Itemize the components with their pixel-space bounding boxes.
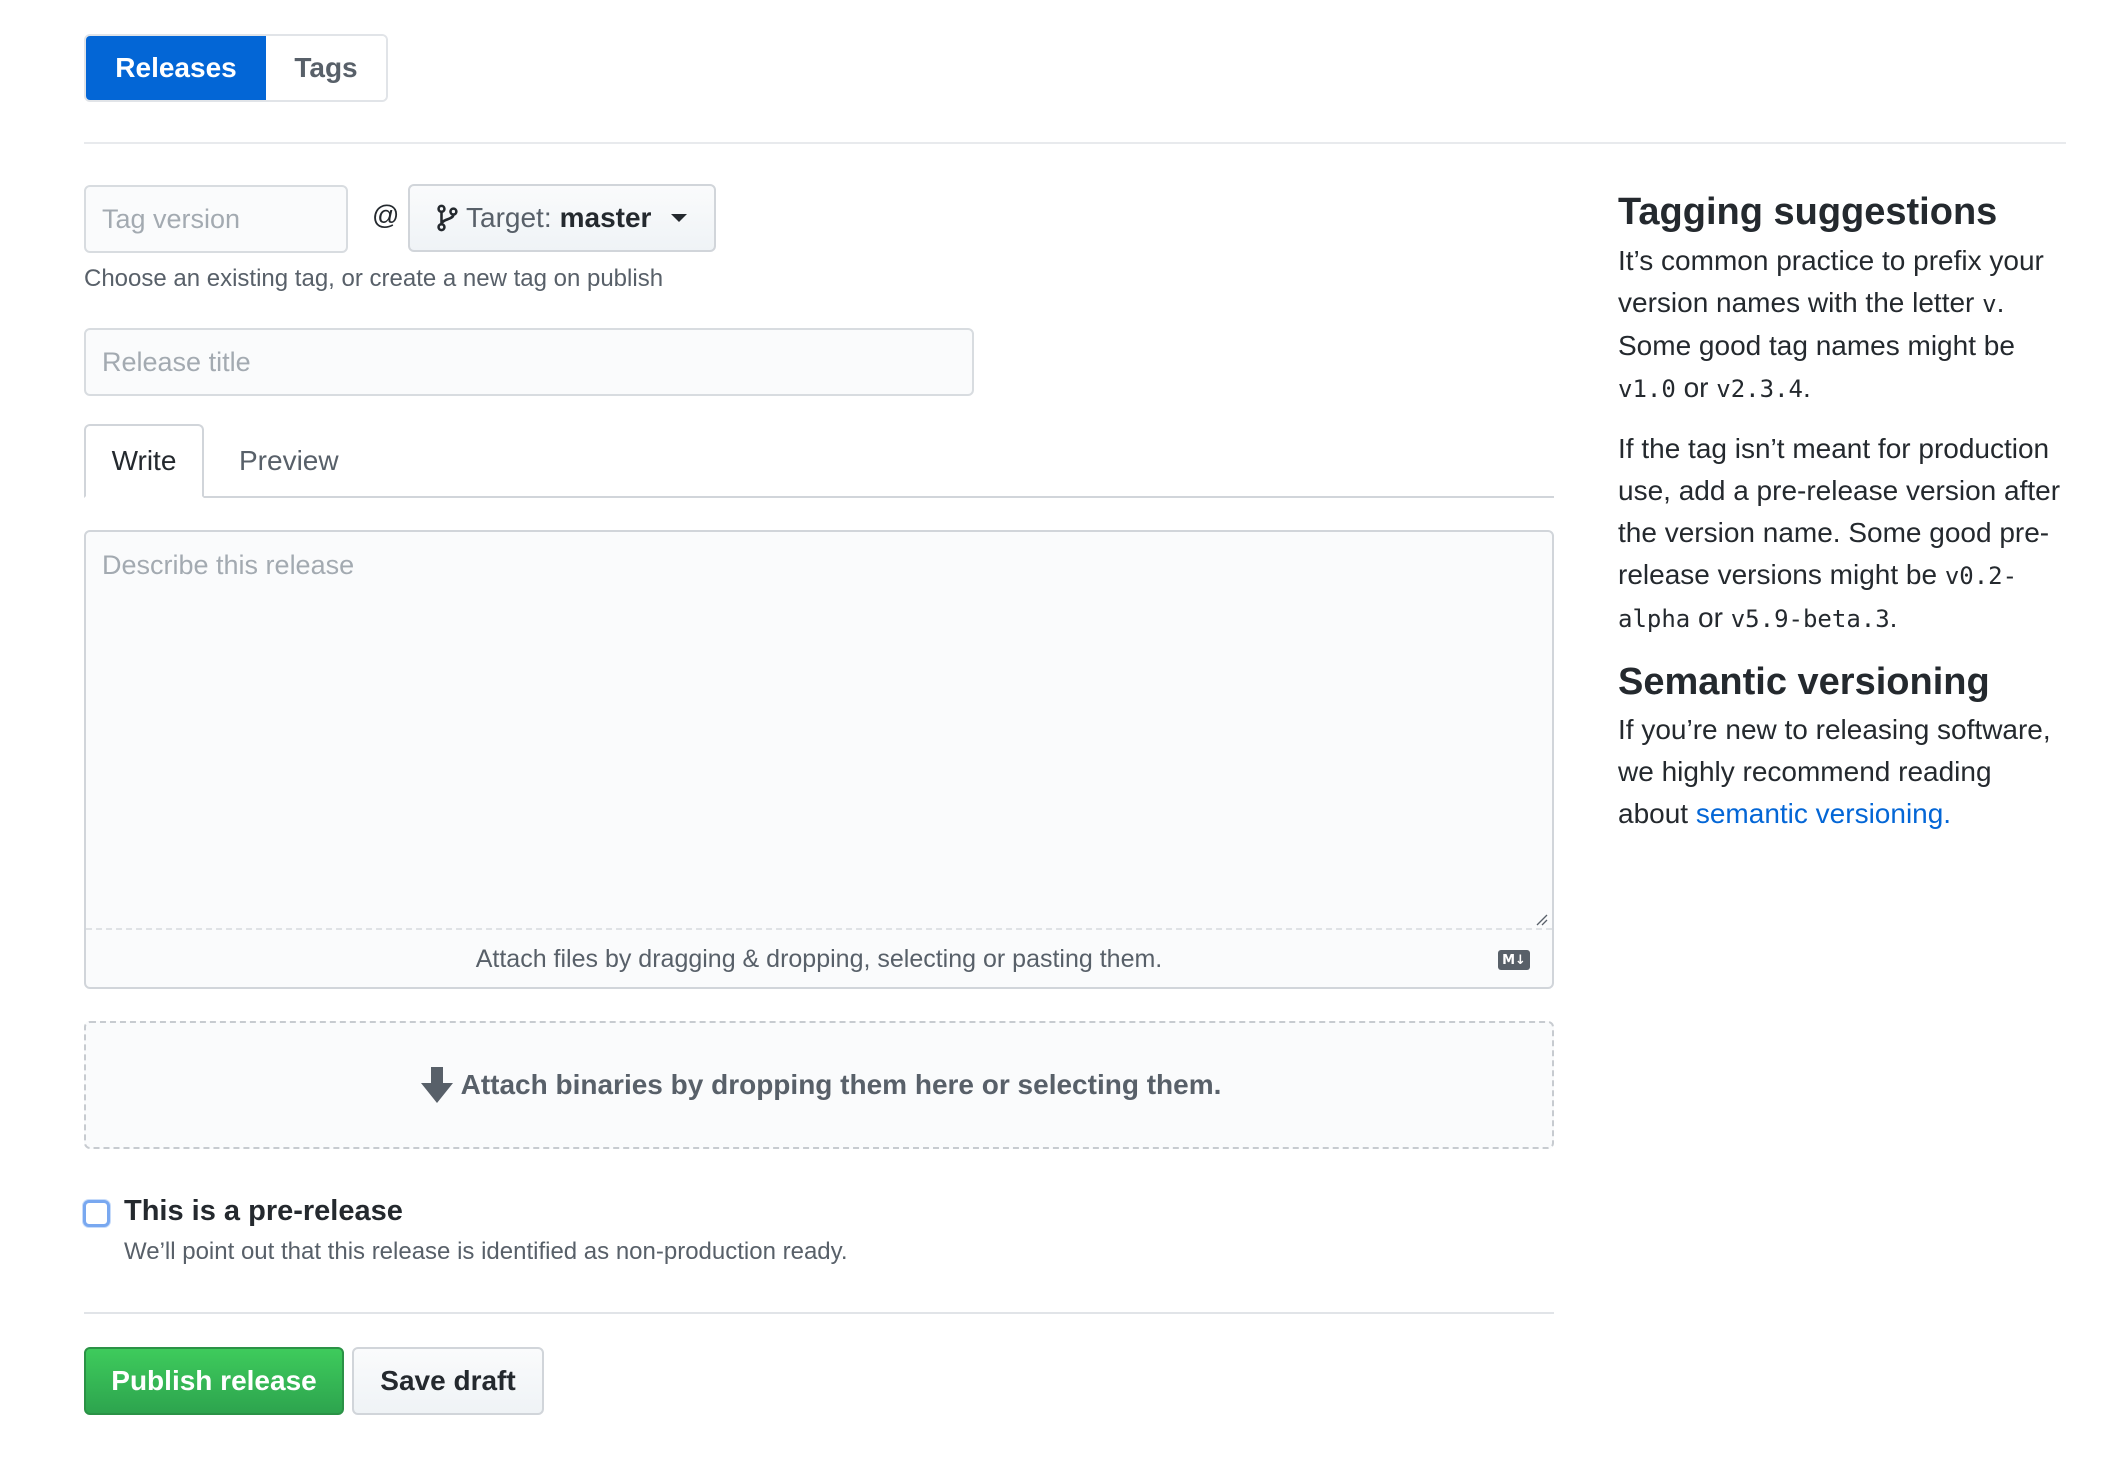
git-branch-icon bbox=[437, 204, 458, 232]
release-title-input[interactable] bbox=[84, 328, 974, 396]
tab-write[interactable]: Write bbox=[84, 424, 204, 498]
at-symbol: @ bbox=[372, 200, 400, 230]
caret-down-icon bbox=[671, 214, 688, 222]
prerelease-note: We’ll point out that this release is ide… bbox=[124, 1238, 848, 1265]
releases-tab[interactable]: Releases bbox=[86, 36, 266, 100]
save-draft-button[interactable]: Save draft bbox=[352, 1347, 544, 1415]
code-example: v1.0 bbox=[1618, 374, 1676, 403]
prerelease-label[interactable]: This is a pre-release bbox=[124, 1195, 403, 1228]
resize-handle-icon[interactable] bbox=[1534, 912, 1548, 926]
text: or bbox=[1690, 601, 1731, 633]
attach-binaries-text: Attach binaries by dropping them here or… bbox=[460, 1069, 1222, 1100]
publish-release-button[interactable]: Publish release bbox=[84, 1347, 344, 1415]
text: It’s common practice to prefix your vers… bbox=[1618, 244, 2044, 318]
code-example: v2.3.4 bbox=[1716, 374, 1803, 403]
tab-preview[interactable]: Preview bbox=[239, 424, 339, 498]
semantic-versioning-link[interactable]: semantic versioning. bbox=[1696, 798, 1951, 829]
releases-tags-toggle: Releases Tags bbox=[84, 34, 388, 102]
code-example: v5.9-beta.3 bbox=[1730, 604, 1890, 633]
description-editor: Attach files by dragging & dropping, sel… bbox=[84, 530, 1554, 989]
text: . bbox=[1802, 371, 1811, 403]
attach-files-bar[interactable]: Attach files by dragging & dropping, sel… bbox=[86, 928, 1552, 989]
tags-tab[interactable]: Tags bbox=[266, 36, 386, 100]
target-branch-dropdown[interactable]: Target: master bbox=[408, 184, 716, 252]
semver-paragraph: If you’re new to releasing software, we … bbox=[1618, 709, 2068, 835]
tagging-suggestions-heading: Tagging suggestions bbox=[1618, 191, 1998, 233]
attach-files-text: Attach files by dragging & dropping, sel… bbox=[475, 945, 1163, 973]
target-label: Target: bbox=[466, 202, 552, 233]
tagging-paragraph-1: It’s common practice to prefix your vers… bbox=[1618, 240, 2068, 410]
code-v: v bbox=[1982, 289, 1997, 318]
actions-divider bbox=[84, 1312, 1554, 1314]
editor-tabs: Write Preview bbox=[84, 424, 1554, 498]
arrow-down-icon bbox=[420, 1067, 453, 1103]
text: . bbox=[1889, 601, 1898, 633]
markdown-icon[interactable]: M↓ bbox=[1498, 950, 1530, 970]
text: or bbox=[1675, 371, 1717, 403]
tagging-paragraph-2: If the tag isn’t meant for production us… bbox=[1618, 428, 2068, 640]
tag-helper-text: Choose an existing tag, or create a new … bbox=[84, 265, 664, 292]
header-divider bbox=[84, 142, 2066, 144]
prerelease-checkbox[interactable] bbox=[83, 1200, 110, 1227]
semantic-versioning-heading: Semantic versioning bbox=[1618, 660, 1990, 703]
attach-binaries-dropzone[interactable]: Attach binaries by dropping them here or… bbox=[84, 1021, 1554, 1149]
description-textarea[interactable] bbox=[86, 532, 1552, 928]
sidebar: Tagging suggestions It’s common practice… bbox=[1618, 190, 2068, 835]
target-value: master bbox=[559, 202, 652, 233]
tag-version-input[interactable] bbox=[84, 185, 348, 253]
